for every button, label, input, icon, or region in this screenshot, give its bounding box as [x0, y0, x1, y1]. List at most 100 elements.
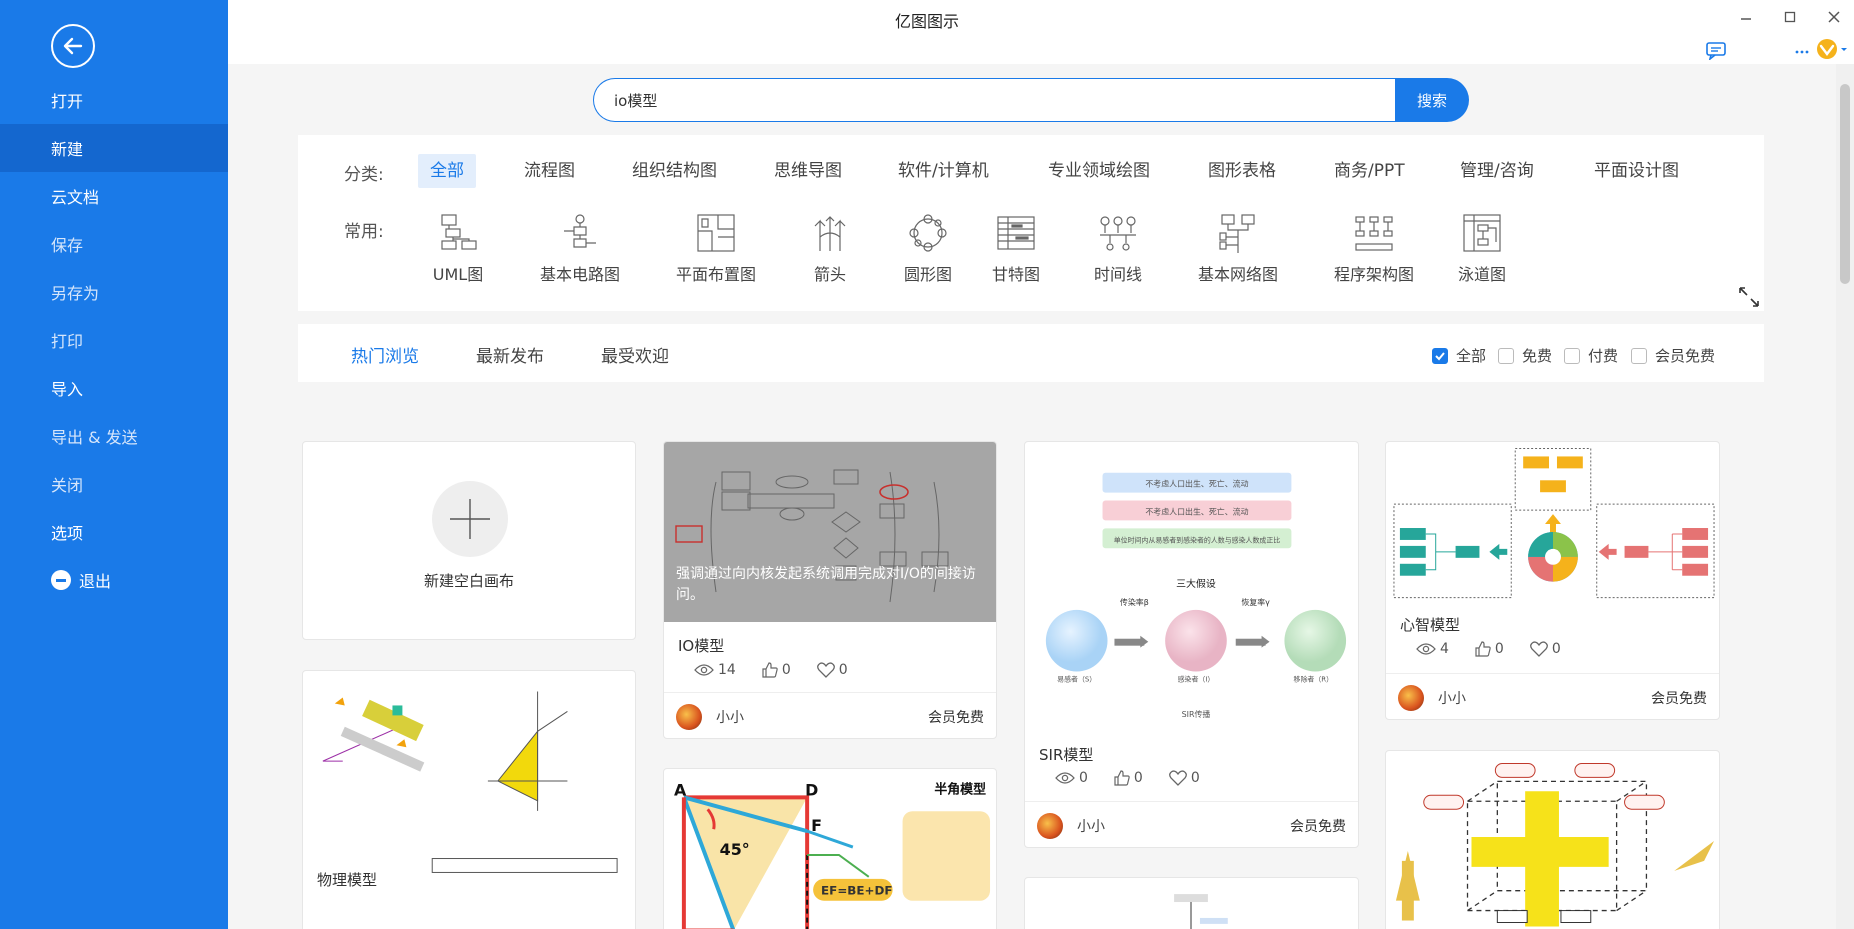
favorite-count[interactable]: 0 [1529, 641, 1561, 657]
sidebar-item-print[interactable]: 打印 [0, 316, 228, 364]
common-item-timeline[interactable]: 时间线 [1058, 213, 1178, 285]
sidebar-item-save[interactable]: 保存 [0, 220, 228, 268]
close-window-button[interactable] [1820, 6, 1848, 28]
sidebar-item-label: 导入 [51, 380, 84, 399]
avatar [1037, 813, 1063, 839]
vip-crown-icon [1817, 39, 1847, 59]
label-a: A [674, 780, 687, 799]
expand-icon[interactable] [1737, 285, 1761, 309]
common-item-label: 基本网络图 [1197, 265, 1278, 284]
tab-latest[interactable]: 最新发布 [476, 342, 544, 367]
minimize-button[interactable] [1732, 6, 1760, 28]
tab-all[interactable]: 全部 [418, 154, 476, 188]
tab-software[interactable]: 软件/计算机 [886, 154, 1001, 188]
label-angle: 45° [720, 840, 750, 859]
plus-circle [432, 481, 508, 557]
like-count[interactable]: 0 [1475, 641, 1504, 657]
common-item-architecture[interactable]: 程序架构图 [1314, 213, 1434, 285]
vip-button[interactable] [1814, 38, 1850, 60]
sidebar-item-import[interactable]: 导入 [0, 364, 228, 412]
more-icon [1795, 50, 1809, 54]
filter-free-checkbox[interactable]: 免费 [1498, 345, 1552, 366]
sidebar-item-cloud-docs[interactable]: 云文档 [0, 172, 228, 220]
tab-hot-browse[interactable]: 热门浏览 [351, 342, 419, 367]
search-input[interactable] [593, 78, 1395, 122]
common-item-uml[interactable]: UML图 [398, 213, 518, 285]
sidebar-item-label: 退出 [79, 572, 112, 591]
search-button[interactable]: 搜索 [1395, 78, 1469, 122]
like-count[interactable]: 0 [1114, 770, 1143, 786]
template-card-3d-model[interactable] [1385, 750, 1720, 929]
author-name[interactable]: 小小 [1438, 688, 1466, 708]
label-equation: EF=BE+DF [821, 884, 892, 898]
thumbs-up-icon [762, 662, 778, 678]
template-thumbnail [1393, 447, 1715, 599]
arrows-icon [814, 216, 846, 251]
author-name[interactable]: 小小 [716, 707, 744, 727]
common-item-network[interactable]: 基本网络图 [1178, 213, 1298, 285]
template-card-half-angle[interactable]: A D F 45° 半角模型 EF=BE+DF [663, 768, 997, 929]
window-title: 亿图图示 [894, 12, 959, 31]
heart-icon [1168, 770, 1187, 786]
close-icon [1828, 11, 1840, 23]
view-count: 14 [694, 662, 736, 678]
sidebar-item-label: 打开 [51, 92, 84, 111]
filter-all-checkbox[interactable]: 全部 [1432, 345, 1486, 366]
common-item-swimlane[interactable]: 泳道图 [1422, 213, 1542, 285]
heart-icon [816, 662, 835, 678]
new-canvas-card[interactable]: 新建空白画布 [302, 441, 636, 640]
label-d: D [805, 780, 818, 799]
filter-label: 付费 [1588, 347, 1619, 365]
swimlane-icon [1463, 214, 1501, 252]
tab-flowchart[interactable]: 流程图 [512, 154, 587, 188]
scrollbar[interactable] [1836, 64, 1854, 929]
common-item-circuit[interactable]: 基本电路图 [520, 213, 640, 285]
sidebar-item-close[interactable]: 关闭 [0, 460, 228, 508]
template-thumbnail [1395, 762, 1715, 927]
timeline-icon [1100, 216, 1136, 251]
sidebar-item-options[interactable]: 选项 [0, 508, 228, 556]
template-footer: 小小 会员免费 [664, 692, 996, 738]
template-card-io-model[interactable]: 强调通过向内核发起系统调用完成对I/O的间接访问。 IO模型 14 0 0 小小… [663, 441, 997, 739]
template-title: 心智模型 [1400, 616, 1461, 634]
common-item-floor-plan[interactable]: 平面布置图 [656, 213, 776, 285]
filter-paid-checkbox[interactable]: 付费 [1564, 345, 1618, 366]
template-description: 强调通过向内核发起系统调用完成对I/O的间接访问。 [676, 566, 976, 603]
checkbox-icon [1564, 347, 1580, 364]
sidebar-item-exit[interactable]: 退出 [0, 556, 228, 604]
tab-graphic-tables[interactable]: 图形表格 [1196, 154, 1288, 188]
price-badge: 会员免费 [1651, 691, 1707, 707]
comment-button[interactable] [1702, 40, 1730, 62]
tab-mind-map[interactable]: 思维导图 [762, 154, 854, 188]
back-button[interactable] [51, 24, 95, 68]
template-card-partial[interactable] [1024, 877, 1359, 929]
common-item-label: 时间线 [1093, 265, 1142, 284]
gantt-icon [997, 216, 1035, 250]
sidebar-item-label: 导出 & 发送 [51, 428, 138, 447]
view-count: 4 [1416, 641, 1449, 657]
more-button[interactable] [1788, 40, 1816, 62]
template-card-physics[interactable]: 物理模型 [302, 670, 636, 929]
scrollbar-thumb[interactable] [1840, 84, 1850, 284]
favorite-count[interactable]: 0 [816, 662, 848, 678]
author-name[interactable]: 小小 [1077, 816, 1105, 836]
tab-business-ppt[interactable]: 商务/PPT [1322, 154, 1417, 188]
common-item-label: 程序架构图 [1333, 265, 1414, 284]
sidebar-item-save-as[interactable]: 另存为 [0, 268, 228, 316]
tab-professional[interactable]: 专业领域绘图 [1036, 154, 1162, 188]
template-card-sir-model[interactable]: 不考虑人口出生、死亡、流动 不考虑人口出生、死亡、流动 单位时间内从易感者到感染… [1024, 441, 1359, 848]
template-card-mind-model[interactable]: 心智模型 4 0 0 小小 会员免费 [1385, 441, 1720, 720]
tab-management[interactable]: 管理/咨询 [1448, 154, 1546, 188]
maximize-button[interactable] [1776, 6, 1804, 28]
like-count[interactable]: 0 [762, 662, 791, 678]
tab-org-chart[interactable]: 组织结构图 [620, 154, 729, 188]
favorite-count[interactable]: 0 [1168, 770, 1200, 786]
sidebar-item-new[interactable]: 新建 [0, 124, 228, 172]
template-thumbnail: 强调通过向内核发起系统调用完成对I/O的间接访问。 [664, 442, 996, 622]
tab-graphic-design[interactable]: 平面设计图 [1582, 154, 1691, 188]
tab-most-popular[interactable]: 最受欢迎 [601, 342, 669, 367]
sidebar-item-export-send[interactable]: 导出 & 发送 [0, 412, 228, 460]
sidebar-item-open[interactable]: 打开 [0, 76, 228, 124]
thumb-title: 半角模型 [934, 781, 986, 797]
filter-member-free-checkbox[interactable]: 会员免费 [1631, 345, 1715, 366]
